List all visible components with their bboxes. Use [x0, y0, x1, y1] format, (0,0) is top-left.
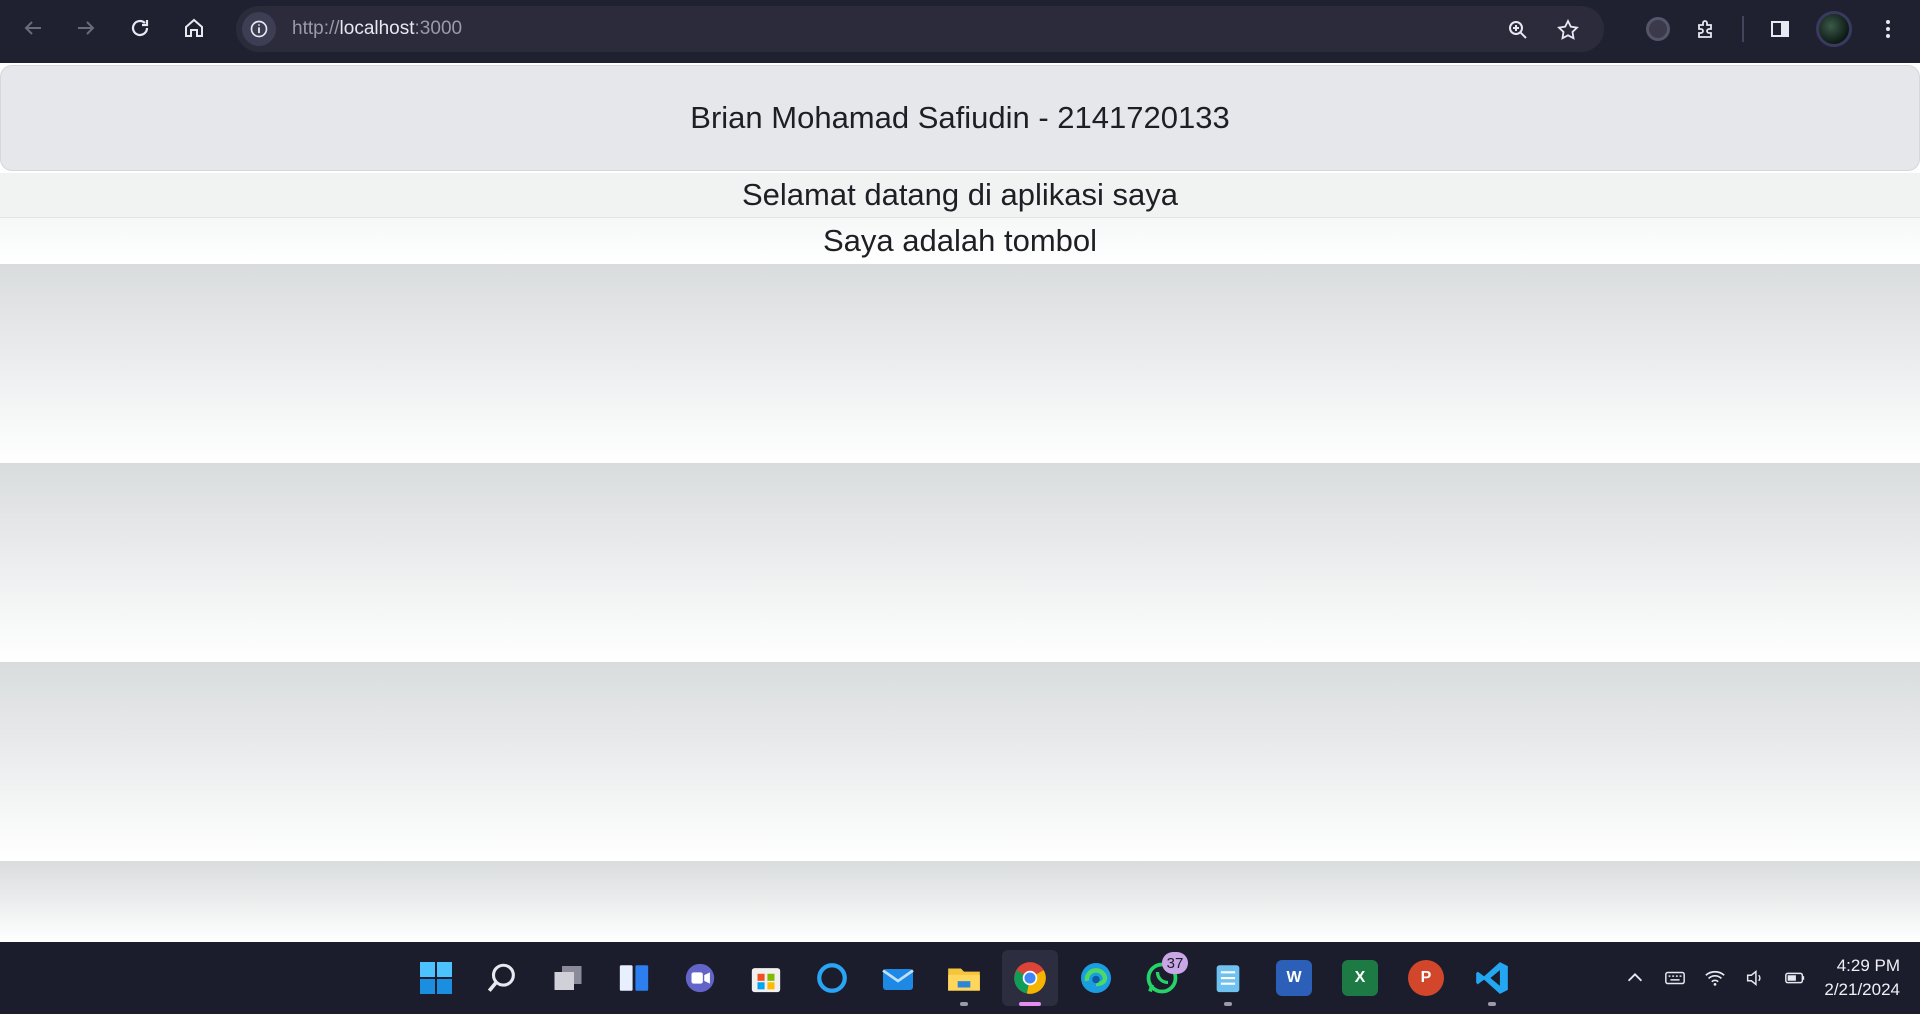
clock-date: 2/21/2024	[1824, 980, 1900, 999]
mail-icon	[882, 969, 914, 990]
active-indicator	[1019, 1002, 1041, 1006]
browser-toolbar: http://localhost:3000	[0, 0, 1920, 63]
url-scheme: http://	[292, 18, 340, 39]
taskbar-chrome[interactable]	[1002, 950, 1058, 1006]
url-host: localhost	[339, 18, 415, 39]
info-icon	[250, 20, 268, 38]
taskbar-search[interactable]	[474, 950, 530, 1006]
chevron-up-icon[interactable]	[1624, 967, 1646, 989]
taskbar-excel[interactable]: X	[1332, 950, 1388, 1006]
welcome-row: Selamat datang di aplikasi saya	[0, 173, 1920, 218]
side-panel-button[interactable]	[1762, 11, 1798, 47]
taskbar-file-explorer[interactable]	[936, 950, 992, 1006]
gradient-band	[0, 463, 1920, 662]
taskbar-widgets[interactable]	[606, 950, 662, 1006]
taskbar-word[interactable]: W	[1266, 950, 1322, 1006]
task-view-button[interactable]	[540, 950, 596, 1006]
teams-icon	[685, 963, 715, 993]
gradient-band	[0, 264, 1920, 463]
page-content: Brian Mohamad Safiudin - 2141720133 Sela…	[0, 63, 1920, 942]
back-button[interactable]	[15, 10, 51, 46]
profile-avatar[interactable]	[1816, 11, 1852, 47]
edge-icon	[1081, 963, 1111, 993]
forward-arrow-icon	[78, 21, 95, 35]
extensions-button[interactable]	[1688, 11, 1724, 47]
wifi-icon[interactable]	[1704, 967, 1726, 989]
excel-icon: X	[1342, 960, 1378, 996]
task-view-icon	[554, 966, 582, 990]
taskbar-teams[interactable]	[672, 950, 728, 1006]
search-icon	[487, 963, 515, 992]
windows-start-icon	[420, 962, 452, 994]
file-explorer-icon	[948, 968, 980, 991]
taskbar-clock[interactable]: 4:29 PM 2/21/2024	[1824, 954, 1900, 1002]
gradient-band	[0, 861, 1920, 942]
toolbar-divider	[1742, 16, 1744, 42]
url-text[interactable]: http://localhost:3000	[292, 18, 462, 40]
reload-icon	[131, 19, 149, 37]
welcome-text: Selamat datang di aplikasi saya	[742, 177, 1178, 212]
battery-icon[interactable]	[1784, 967, 1806, 989]
taskbar-mail[interactable]	[870, 950, 926, 1006]
home-button[interactable]	[176, 10, 212, 46]
keyboard-icon[interactable]	[1664, 967, 1686, 989]
cortana-icon	[817, 963, 847, 993]
puzzle-icon	[1698, 20, 1712, 38]
zoom-button[interactable]	[1500, 12, 1536, 48]
word-icon: W	[1276, 960, 1312, 996]
header-title: Brian Mohamad Safiudin - 2141720133	[690, 100, 1230, 135]
bookmark-button[interactable]	[1550, 12, 1586, 48]
taskbar-vscode[interactable]	[1464, 950, 1520, 1006]
taskbar-cortana[interactable]	[804, 950, 860, 1006]
powerpoint-icon: P	[1408, 960, 1444, 996]
taskbar-powerpoint[interactable]: P	[1398, 950, 1454, 1006]
header-card: Brian Mohamad Safiudin - 2141720133	[0, 65, 1920, 171]
gradient-band	[0, 662, 1920, 861]
main-button-label: Saya adalah tombol	[822, 223, 1098, 258]
home-icon	[185, 18, 203, 37]
vscode-icon	[1476, 962, 1508, 994]
store-icon	[751, 968, 781, 993]
taskbar-whatsapp[interactable]: 37	[1134, 950, 1190, 1006]
forward-button[interactable]	[68, 10, 104, 46]
start-button[interactable]	[408, 950, 464, 1006]
widgets-icon	[619, 965, 649, 991]
system-tray: 4:29 PM 2/21/2024	[1624, 942, 1900, 1014]
side-panel-icon	[1771, 21, 1789, 37]
volume-icon[interactable]	[1744, 967, 1766, 989]
extension-icon[interactable]	[1646, 17, 1670, 41]
running-indicator	[1224, 1002, 1232, 1006]
clock-time: 4:29 PM	[1836, 956, 1900, 975]
zoom-icon	[1509, 21, 1527, 39]
address-bar[interactable]: http://localhost:3000	[236, 6, 1604, 52]
more-vertical-icon	[1886, 20, 1890, 38]
taskbar-notepad[interactable]	[1200, 950, 1256, 1006]
url-port: :3000	[414, 18, 463, 39]
site-info-button[interactable]	[242, 12, 276, 46]
notification-badge: 37	[1162, 952, 1188, 974]
main-button[interactable]: Saya adalah tombol	[0, 218, 1920, 264]
star-icon	[1557, 18, 1579, 40]
back-arrow-icon	[24, 21, 41, 35]
running-indicator	[1488, 1002, 1496, 1006]
taskbar-edge[interactable]	[1068, 950, 1124, 1006]
running-indicator	[960, 1002, 968, 1006]
browser-menu-button[interactable]	[1870, 11, 1906, 47]
chrome-icon	[1014, 962, 1046, 994]
taskbar-store[interactable]	[738, 950, 794, 1006]
notepad-icon	[1216, 965, 1240, 993]
reload-button[interactable]	[122, 10, 158, 46]
taskbar: 37 W X P 4:29 PM 2/21/2024	[0, 942, 1920, 1014]
